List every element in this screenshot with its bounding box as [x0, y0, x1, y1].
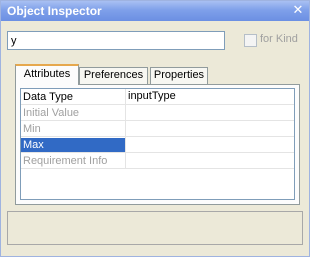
- attribute-name: Requirement Info: [23, 155, 108, 167]
- for-kind-label: for Kind: [260, 33, 298, 45]
- attribute-row-max[interactable]: Max: [21, 137, 294, 153]
- tab-preferences[interactable]: Preferences: [79, 67, 148, 84]
- object-inspector-window: Object Inspector ✕ for Kind Attributes P…: [0, 0, 310, 257]
- attribute-value[interactable]: [125, 121, 296, 136]
- tab-properties[interactable]: Properties: [150, 67, 208, 84]
- attribute-value[interactable]: [125, 153, 296, 168]
- close-icon[interactable]: ✕: [291, 3, 305, 18]
- title-bar[interactable]: Object Inspector ✕: [1, 1, 309, 21]
- attribute-value[interactable]: [125, 137, 296, 152]
- tab-attributes[interactable]: Attributes: [15, 64, 79, 85]
- attribute-row-requirement-info[interactable]: Requirement Info: [21, 153, 294, 169]
- attribute-name: Max: [21, 138, 125, 152]
- search-input[interactable]: [7, 31, 225, 50]
- status-panel: [7, 211, 303, 245]
- attribute-name: Initial Value: [23, 107, 80, 119]
- checkbox-box[interactable]: [244, 34, 257, 47]
- attribute-row-data-type[interactable]: Data Type inputType: [21, 89, 294, 105]
- window-title: Object Inspector: [7, 4, 102, 18]
- attribute-value[interactable]: inputType: [125, 89, 296, 104]
- attribute-name: Data Type: [23, 91, 73, 103]
- attribute-row-min[interactable]: Min: [21, 121, 294, 137]
- attributes-panel: Data Type inputType Initial Value Min Ma…: [15, 84, 300, 205]
- attribute-name: Min: [23, 123, 41, 135]
- attribute-row-initial-value[interactable]: Initial Value: [21, 105, 294, 121]
- attribute-value[interactable]: [125, 105, 296, 120]
- attributes-grid: Data Type inputType Initial Value Min Ma…: [20, 88, 295, 200]
